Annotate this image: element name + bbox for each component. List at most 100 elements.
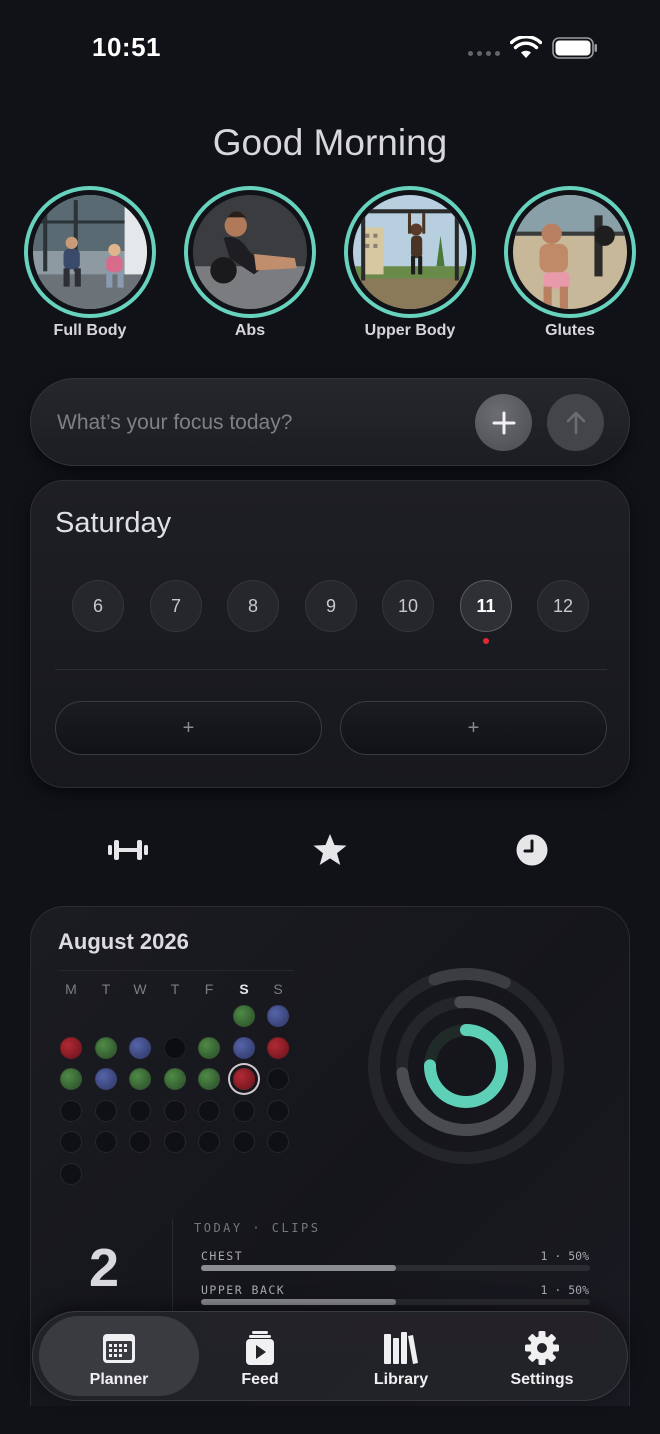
status-bar: 10:51 <box>0 0 660 96</box>
divider <box>172 1219 173 1319</box>
day-pill[interactable]: 8 <box>227 580 279 632</box>
calendar-day[interactable] <box>198 1131 220 1153</box>
weekday-label: M <box>65 981 77 997</box>
calendar-day[interactable] <box>95 1068 117 1090</box>
nav-planner[interactable]: Planner <box>39 1316 199 1396</box>
tab-history[interactable] <box>510 830 554 870</box>
day-pill[interactable]: 10 <box>382 580 434 632</box>
day-pill[interactable]: 6 <box>72 580 124 632</box>
muscle-value: 1 · 50% <box>540 1283 589 1297</box>
day-pill[interactable]: 9 <box>305 580 357 632</box>
play-icon <box>246 1331 274 1365</box>
calendar-day[interactable] <box>164 1131 186 1153</box>
muscle-progress-bar <box>201 1299 590 1305</box>
calendar-day[interactable] <box>267 1100 289 1122</box>
calendar-day-today[interactable] <box>233 1068 255 1090</box>
calendar-day[interactable] <box>233 1131 255 1153</box>
calendar-day[interactable] <box>267 1037 289 1059</box>
calendar-day[interactable] <box>164 1068 186 1090</box>
gear-icon <box>525 1331 559 1365</box>
calendar-day[interactable] <box>60 1037 82 1059</box>
calendar-day[interactable] <box>233 1037 255 1059</box>
nav-settings[interactable]: Settings <box>462 1316 622 1396</box>
wifi-icon <box>510 36 542 58</box>
story-label: Upper Body <box>364 322 456 339</box>
add-workout-slot[interactable]: + <box>55 701 322 755</box>
story-label: Glutes <box>545 322 595 339</box>
calendar-day[interactable] <box>60 1100 82 1122</box>
muscle-progress-fill <box>201 1265 396 1271</box>
calendar-day[interactable] <box>129 1037 151 1059</box>
nav-label: Planner <box>89 1371 149 1388</box>
arrow-up-icon <box>566 411 585 434</box>
greeting-title: Good Morning <box>212 122 448 163</box>
muscle-progress-bar <box>201 1265 590 1271</box>
send-button[interactable] <box>547 394 604 451</box>
nav-label: Library <box>373 1371 429 1388</box>
story-glutes[interactable]: Glutes <box>500 186 640 340</box>
calendar-day[interactable] <box>164 1100 186 1122</box>
bottom-tab-bar: Planner Feed Library Settings <box>32 1311 628 1401</box>
story-label: Full Body <box>53 322 127 339</box>
workout-thumbnail <box>353 195 467 309</box>
weekday-label: F <box>204 981 214 997</box>
calendar-day[interactable] <box>129 1100 151 1122</box>
workout-thumbnail <box>193 195 307 309</box>
day-pill[interactable]: 12 <box>537 580 589 632</box>
story-abs[interactable]: Abs <box>180 186 320 340</box>
today-clips-heading: TODAY · CLIPS <box>194 1221 321 1235</box>
today-indicator <box>483 638 489 644</box>
calendar-day[interactable] <box>267 1068 289 1090</box>
day-pill[interactable]: 7 <box>150 580 202 632</box>
calendar-day[interactable] <box>198 1068 220 1090</box>
divider <box>58 970 294 971</box>
calendar-day[interactable] <box>95 1131 117 1153</box>
signal-icon <box>468 51 500 56</box>
workout-thumbnail <box>513 195 627 309</box>
calendar-day[interactable] <box>233 1005 255 1027</box>
muscle-label: CHEST <box>201 1249 244 1263</box>
calendar-day[interactable] <box>60 1068 82 1090</box>
weekday-label: W <box>133 981 147 997</box>
calendar-day[interactable] <box>95 1037 117 1059</box>
calendar-day[interactable] <box>164 1037 186 1059</box>
status-time: 10:51 <box>92 32 161 62</box>
tab-favorites[interactable] <box>308 830 352 870</box>
tab-workouts[interactable] <box>106 830 150 870</box>
story-full-body[interactable]: Full Body <box>20 186 160 340</box>
calendar-day[interactable] <box>60 1163 82 1185</box>
focus-composer <box>30 378 630 466</box>
activity-rings <box>368 968 564 1164</box>
weekday-label: T <box>101 981 111 997</box>
add-workout-slot[interactable]: + <box>340 701 607 755</box>
add-button[interactable] <box>475 394 532 451</box>
calendar-day[interactable] <box>198 1100 220 1122</box>
focus-input[interactable] <box>57 401 477 445</box>
calendar-day[interactable] <box>233 1100 255 1122</box>
calendar-icon <box>103 1334 135 1363</box>
calendar-day[interactable] <box>267 1005 289 1027</box>
story-upper-body[interactable]: Upper Body <box>340 186 480 340</box>
calendar-month-title: August 2026 <box>58 929 189 954</box>
today-clip-count: 2 <box>89 1238 120 1298</box>
star-icon <box>313 834 347 865</box>
plus-icon <box>492 411 515 434</box>
calendar-day[interactable] <box>267 1131 289 1153</box>
calendar-day[interactable] <box>60 1131 82 1153</box>
weekday-label: T <box>170 981 180 997</box>
books-icon <box>384 1332 418 1364</box>
calendar-day[interactable] <box>129 1131 151 1153</box>
divider <box>55 669 607 670</box>
weekday-label: S <box>273 981 283 997</box>
nav-label: Settings <box>510 1371 574 1388</box>
dumbbell-icon <box>108 840 148 860</box>
nav-feed[interactable]: Feed <box>180 1316 340 1396</box>
day-pill-selected[interactable]: 11 <box>460 580 512 632</box>
muscle-progress-fill <box>201 1299 396 1305</box>
selected-day-title: Saturday <box>55 507 172 539</box>
story-label: Abs <box>234 322 266 339</box>
nav-library[interactable]: Library <box>321 1316 481 1396</box>
calendar-day[interactable] <box>198 1037 220 1059</box>
calendar-day[interactable] <box>95 1100 117 1122</box>
calendar-day[interactable] <box>129 1068 151 1090</box>
